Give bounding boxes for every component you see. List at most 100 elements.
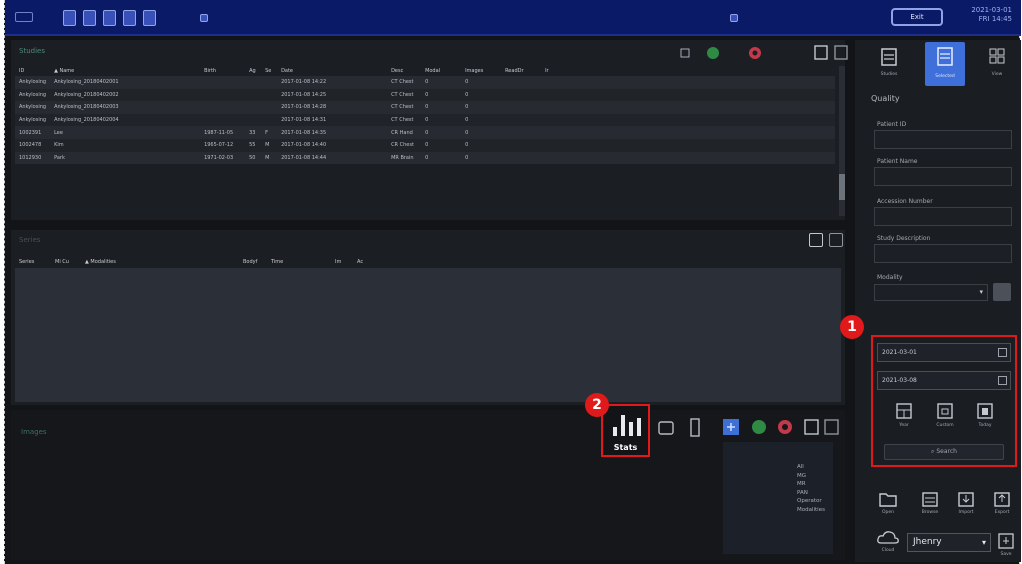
selected-list-icon [937, 47, 953, 66]
settings-icon[interactable] [834, 45, 848, 60]
document-icon[interactable] [103, 10, 116, 26]
col-blank2 [301, 257, 331, 267]
col-images[interactable]: Images [461, 66, 501, 76]
study-scrollbar[interactable] [839, 66, 845, 216]
calendar-icon[interactable] [998, 348, 1007, 357]
record-icon[interactable] [778, 420, 792, 434]
col-bodyf[interactable]: Bodyf [239, 257, 267, 267]
cell: 1002478 [19, 142, 42, 149]
cell: 0 [425, 142, 429, 149]
date-from-input[interactable]: 2021-03-01 [877, 343, 1011, 362]
patient-id-input[interactable] [874, 130, 1012, 149]
cloud-button[interactable]: Cloud [875, 528, 901, 560]
col-im[interactable]: Im [331, 257, 353, 267]
modality-option-button[interactable] [993, 283, 1011, 301]
grid-layout-icon[interactable] [83, 10, 96, 26]
burn-icon[interactable] [749, 47, 761, 59]
table-row[interactable]: Ankylosing Ankylosing_20180402003 2017-01-… [15, 101, 835, 114]
accession-input[interactable] [874, 207, 1012, 226]
center-toggle-icon[interactable] [730, 14, 738, 22]
cell [261, 101, 277, 114]
series-list-area[interactable] [15, 268, 841, 402]
import-button[interactable]: Import [953, 490, 979, 520]
series-export-icon[interactable] [809, 233, 823, 247]
tab-view[interactable]: View [981, 44, 1013, 84]
tab-studies-label: Studies [880, 72, 898, 77]
cell [200, 76, 245, 89]
list-window-icon[interactable] [143, 10, 156, 26]
export-icon[interactable] [814, 45, 828, 60]
print-icon[interactable] [680, 48, 690, 58]
study-desc-input[interactable] [874, 244, 1012, 263]
small-toggle-icon[interactable] [200, 14, 208, 22]
col-modal[interactable]: Modal [421, 66, 461, 76]
date-to-value: 2021-03-08 [882, 377, 917, 384]
cell [501, 101, 541, 114]
image-export-icon[interactable] [804, 419, 819, 435]
calendar-icon[interactable] [998, 376, 1007, 385]
cell: 0 [425, 154, 429, 161]
col-ac[interactable]: Ac [353, 257, 367, 267]
col-mi-cu[interactable]: Mi Cu [51, 257, 81, 267]
series-settings-icon[interactable] [829, 233, 843, 247]
legend-item[interactable]: MR [797, 480, 825, 489]
tab-selected[interactable]: Selected [925, 42, 965, 86]
exit-button[interactable]: Exit [891, 8, 943, 26]
study-scrollbar-thumb[interactable] [839, 174, 845, 200]
today-button[interactable]: Today [970, 401, 1000, 433]
col-desc[interactable]: Desc [387, 66, 421, 76]
open-button[interactable]: Open [875, 490, 901, 520]
cell: 1965-07-12 [204, 142, 234, 149]
col-modalities[interactable]: ▲ Modalities [81, 257, 187, 267]
patient-name-input[interactable] [874, 167, 1012, 186]
image-settings-icon[interactable] [824, 419, 839, 435]
user-select[interactable]: Jhenry ▾ [907, 533, 991, 552]
cell: 2017-01-08 14:44 [281, 154, 327, 161]
col-id[interactable]: ID [15, 66, 50, 76]
col-readdr[interactable]: ReadDr [501, 66, 541, 76]
table-row[interactable]: Ankylosing Ankylosing_20180402002 2017-01-… [15, 88, 835, 102]
col-series[interactable]: Series [15, 257, 51, 267]
col-birth[interactable]: Birth [200, 66, 245, 76]
table-row[interactable]: Ankylosing Ankylosing_20180402001 2017-01-… [15, 76, 835, 89]
table-row[interactable]: 1002478 Kim 1965-07-12 55 M 2017-01-08 14:40 C… [15, 138, 835, 152]
table-row[interactable]: Ankylosing Ankylosing_20180402004 2017-01-… [15, 113, 835, 127]
grid-select-icon[interactable] [723, 419, 739, 435]
tape-icon[interactable] [658, 421, 674, 435]
cell: 2017-01-08 14:35 [281, 129, 327, 136]
stats-button[interactable]: Stats [601, 404, 650, 457]
legend-item[interactable]: All [797, 463, 825, 472]
cell: 0 [465, 142, 469, 149]
col-age[interactable]: Ag [245, 66, 261, 76]
legend-item[interactable]: PAN [797, 489, 825, 498]
date-to-input[interactable]: 2021-03-08 [877, 371, 1011, 390]
refresh-icon[interactable] [752, 420, 766, 434]
anonymize-icon[interactable] [707, 47, 719, 59]
browse-button[interactable]: Browse [917, 490, 943, 520]
legend-item[interactable]: Modalities [797, 506, 825, 515]
col-sex[interactable]: Se [261, 66, 277, 76]
cell: Ankylosing_20180402003 [54, 104, 119, 111]
col-date[interactable]: Date [277, 66, 387, 76]
col-extra[interactable]: Ir [541, 66, 835, 76]
col-time[interactable]: Time [267, 257, 301, 267]
monitor-layout-icon[interactable] [63, 10, 76, 26]
cell [501, 89, 541, 102]
custom-button[interactable]: Custom [930, 401, 960, 433]
table-row[interactable]: 1002391 Lee 1987-11-05 33 F 2017-01-08 14:35 C… [15, 126, 835, 139]
year-button[interactable]: Year [889, 401, 919, 433]
legend-item[interactable]: Operator [797, 497, 825, 506]
window-icon[interactable] [123, 10, 136, 26]
modality-select[interactable]: ▾ [874, 284, 988, 301]
cell: CT Chest [391, 104, 414, 111]
save-label: Save [1000, 552, 1012, 557]
tab-studies[interactable]: Studies [873, 44, 905, 84]
save-button[interactable]: Save [995, 531, 1017, 561]
legend-item[interactable]: MG [797, 472, 825, 481]
patient-id-label: Patient ID [877, 121, 907, 128]
battery-icon[interactable] [690, 418, 700, 437]
table-row[interactable]: 1012930 Park 1971-02-03 50 M 2017-01-08 14:44… [15, 151, 835, 165]
export-button[interactable]: Export [989, 490, 1015, 520]
col-name[interactable]: ▲ Name [50, 66, 200, 76]
search-button[interactable]: ⌕ Search [884, 444, 1004, 460]
